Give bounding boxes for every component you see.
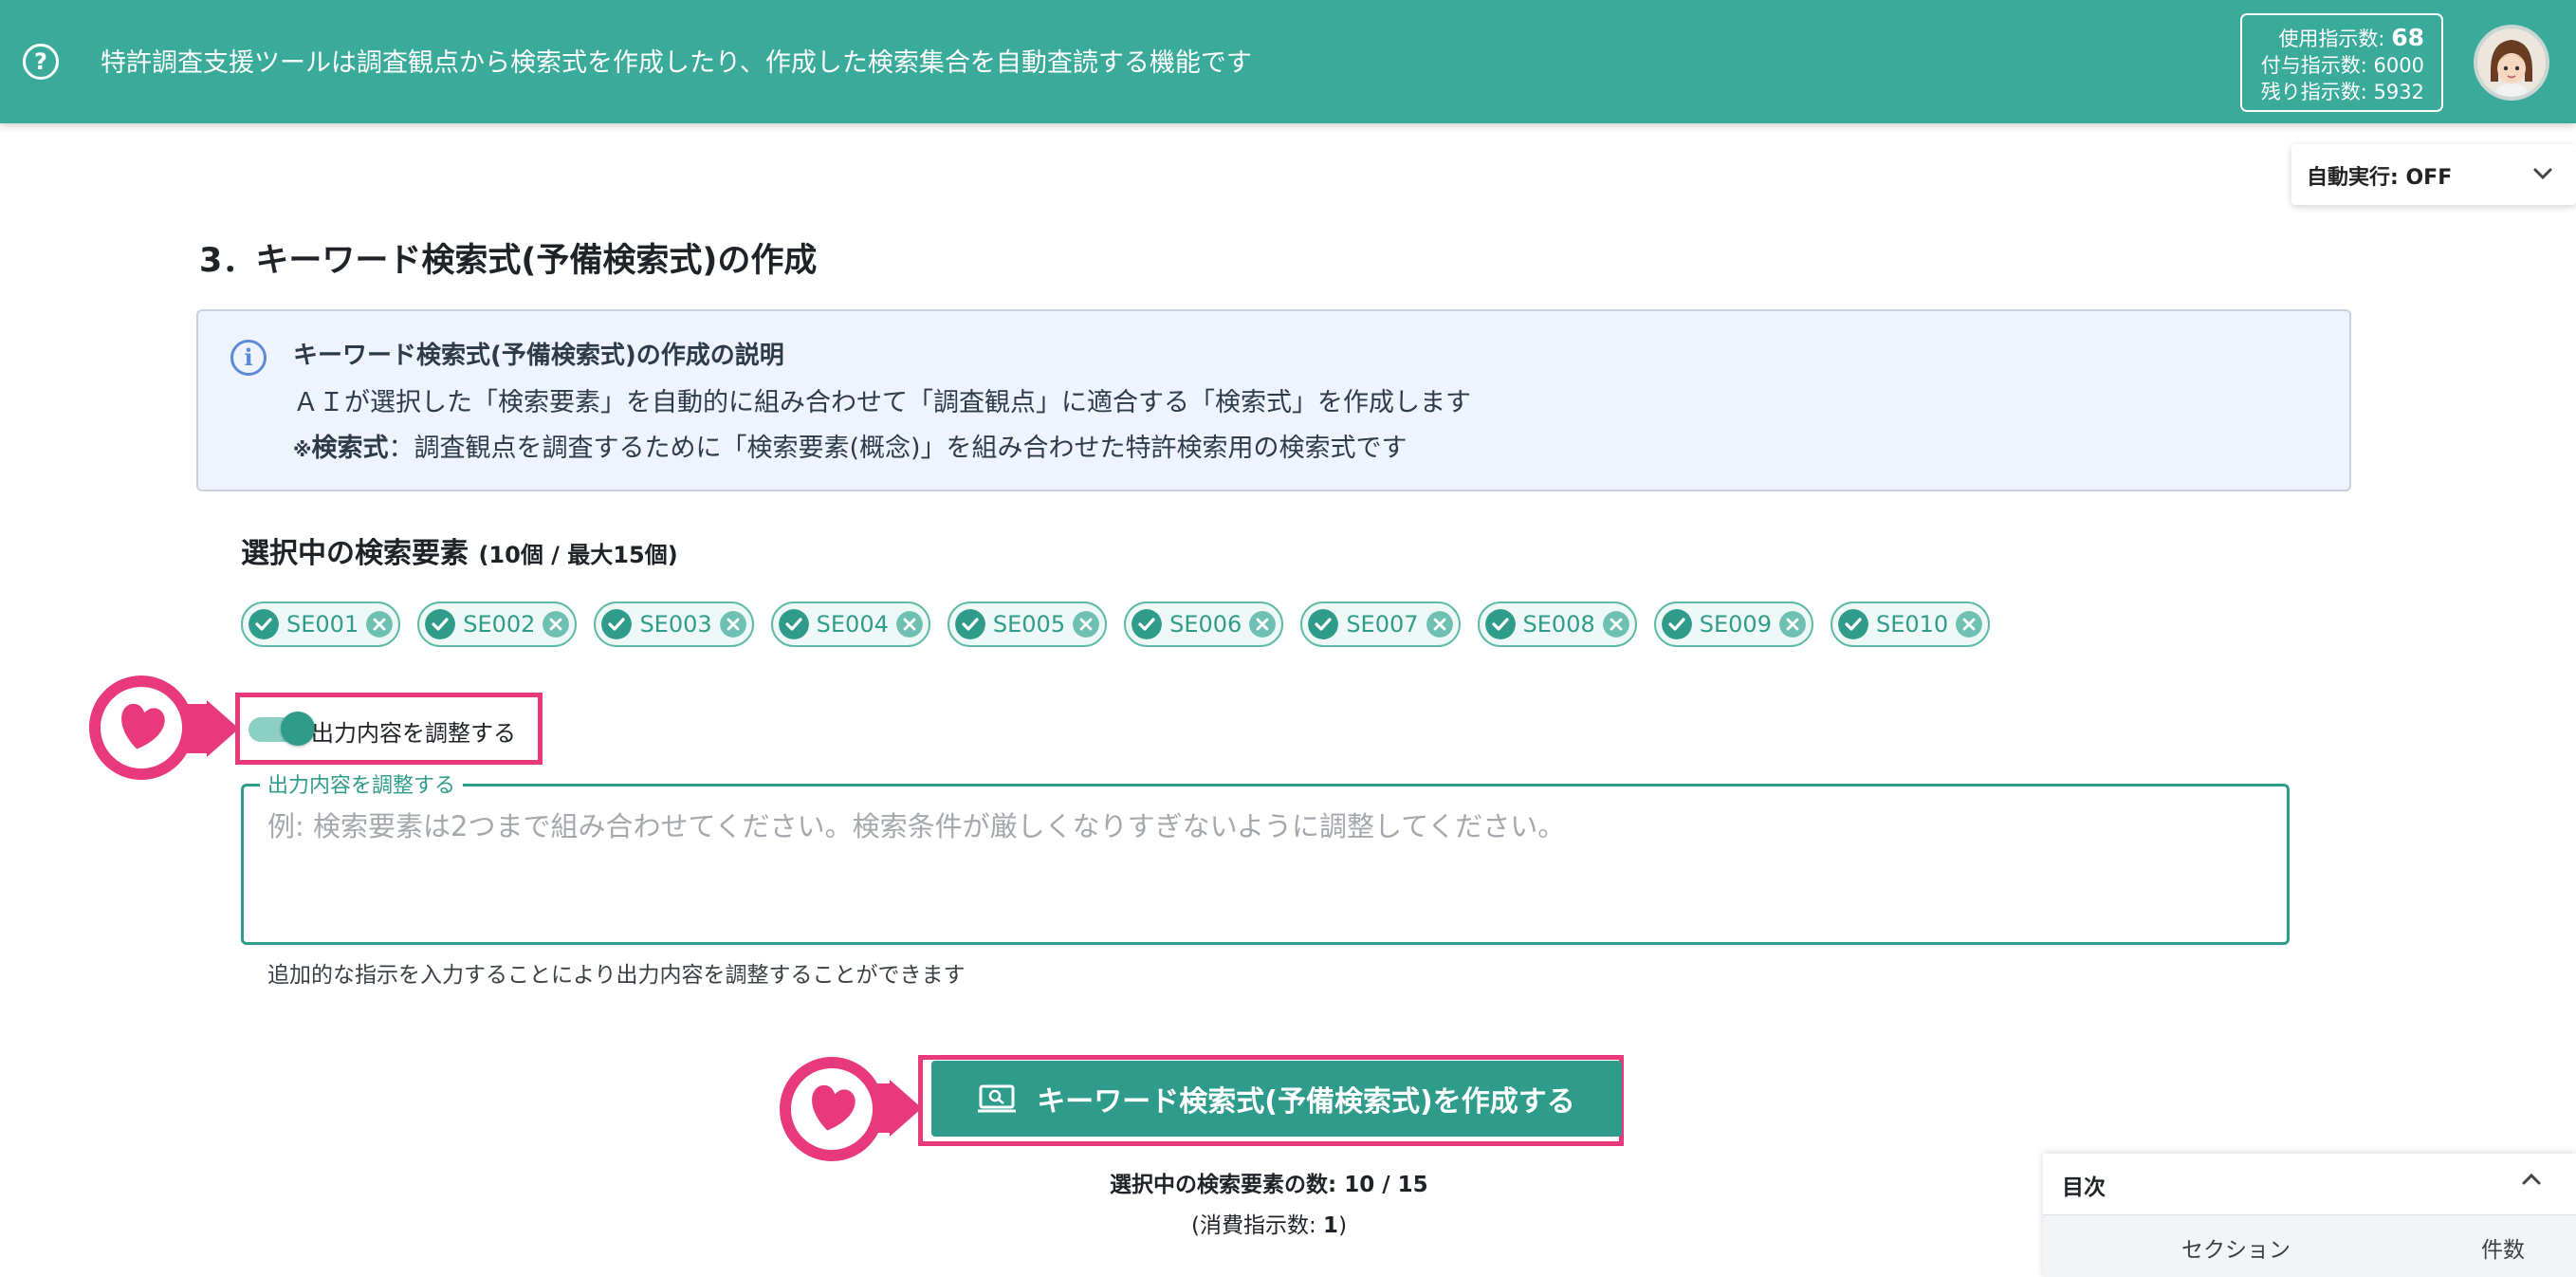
- selected-count-note: (10個 / 最大15個): [478, 542, 678, 568]
- consume-count: (消費指示数: 1): [1191, 1207, 1347, 1239]
- search-element-chip[interactable]: SE002: [417, 601, 578, 647]
- user-avatar-icon[interactable]: [2474, 25, 2549, 101]
- toggle-knob[interactable]: [281, 712, 315, 746]
- chip-label: SE008: [1522, 611, 1595, 638]
- search-element-chip[interactable]: SE007: [1300, 601, 1461, 647]
- check-circle-icon: [601, 609, 633, 639]
- selected-heading-text: 選択中の検索要素: [241, 537, 469, 570]
- remaining-value: 5932: [2373, 81, 2424, 103]
- remove-chip-icon[interactable]: [1956, 611, 1983, 638]
- toc-panel: 目次 セクション 件数: [2043, 1154, 2576, 1277]
- heart-pointer-tip: [207, 700, 239, 757]
- check-circle-icon: [954, 609, 985, 639]
- question-circle-icon[interactable]: ?: [23, 44, 59, 80]
- check-circle-icon: [778, 609, 809, 639]
- chip-label: SE009: [1699, 611, 1772, 638]
- header-description: 特許調査支援ツールは調査観点から検索式を作成したり、作成した検索集合を自動査読す…: [101, 48, 1252, 78]
- search-element-chip[interactable]: SE005: [947, 601, 1108, 647]
- check-circle-icon: [248, 609, 279, 639]
- search-element-chip[interactable]: SE009: [1653, 601, 1813, 647]
- search-element-chip[interactable]: SE008: [1477, 601, 1637, 647]
- remove-chip-icon[interactable]: [1073, 611, 1100, 638]
- check-circle-icon: [1308, 609, 1339, 639]
- chip-label: SE007: [1346, 611, 1419, 638]
- chip-label: SE006: [1169, 611, 1242, 638]
- check-circle-icon: [1837, 609, 1868, 639]
- remaining-label: 残り指示数:: [2260, 81, 2367, 103]
- adjust-output-label: 出力内容を調整する: [311, 720, 516, 747]
- granted-value: 6000: [2373, 54, 2424, 77]
- create-keyword-query-button[interactable]: キーワード検索式(予備検索式)を作成する: [931, 1061, 1622, 1137]
- consume-prefix: (消費指示数:: [1191, 1213, 1324, 1238]
- chip-label: SE010: [1875, 611, 1949, 638]
- toc-title: 目次: [2062, 1175, 2106, 1200]
- remove-chip-icon[interactable]: [719, 611, 746, 638]
- toc-col-section: セクション: [2181, 1238, 2291, 1263]
- check-circle-icon: [1132, 609, 1163, 639]
- remove-chip-icon[interactable]: [366, 611, 394, 638]
- chip-label: SE001: [286, 611, 359, 638]
- consume-suffix: ): [1338, 1213, 1348, 1238]
- check-circle-icon: [1484, 609, 1516, 639]
- remove-chip-icon[interactable]: [1602, 611, 1629, 638]
- toc-col-count: 件数: [2481, 1238, 2525, 1263]
- chip-label: SE003: [639, 611, 712, 638]
- info-term: 検索式: [311, 434, 389, 463]
- info-box: i キーワード検索式(予備検索式)の作成の説明 ＡＩが選択した「検索要素」を自動…: [196, 309, 2351, 491]
- search-element-chip[interactable]: SE010: [1830, 601, 1991, 647]
- remove-chip-icon[interactable]: [1426, 611, 1453, 638]
- selected-chips: SE001 SE002 SE003 SE004 SE005 SE006 SE007 SE008…: [241, 601, 1991, 647]
- heart-marker-icon: [780, 1057, 884, 1161]
- chevron-down-icon: [2533, 168, 2552, 180]
- remove-chip-icon[interactable]: [1249, 611, 1277, 638]
- check-circle-icon: [1661, 609, 1692, 639]
- remove-chip-icon[interactable]: [1778, 611, 1806, 638]
- chip-label: SE005: [992, 611, 1066, 638]
- remove-chip-icon[interactable]: [895, 611, 923, 638]
- selected-count-text: 選択中の検索要素の数: 10 / 15: [1110, 1173, 1428, 1197]
- chevron-up-icon[interactable]: [2517, 1165, 2546, 1194]
- check-circle-icon: [425, 609, 456, 639]
- info-note-mark: ※: [293, 438, 312, 461]
- section-title: 3．キーワード検索式(予備検索式)の作成: [199, 242, 818, 280]
- heart-marker-icon: [89, 676, 193, 780]
- search-element-chip[interactable]: SE001: [241, 601, 401, 647]
- info-line-1: ＡＩが選択した「検索要素」を自動的に組み合わせて「調査観点」に適合する「検索式」…: [293, 388, 1471, 417]
- remove-chip-icon[interactable]: [543, 611, 570, 638]
- info-circle-icon: i: [230, 340, 267, 376]
- info-line-2: ※検索式：調査観点を調査するために「検索要素(概念)」を組み合わせた特許検索用の…: [293, 427, 1408, 464]
- textarea-help-text: 追加的な指示を入力することにより出力内容を調整することができます: [267, 963, 966, 988]
- heart-pointer-tip: [890, 1080, 922, 1137]
- chip-label: SE002: [463, 611, 536, 638]
- search-element-chip[interactable]: SE006: [1124, 601, 1284, 647]
- info-title: キーワード検索式(予備検索式)の作成の説明: [293, 342, 784, 370]
- consume-value: 1: [1323, 1213, 1339, 1238]
- search-element-chip[interactable]: SE004: [770, 601, 930, 647]
- selected-elements-heading: 選択中の検索要素 (10個 / 最大15個): [241, 529, 678, 571]
- search-element-chip[interactable]: SE003: [594, 601, 754, 647]
- top-header: ? 特許調査支援ツールは調査観点から検索式を作成したり、作成した検索集合を自動査…: [0, 0, 2576, 123]
- create-button-label: キーワード検索式(予備検索式)を作成する: [1037, 1085, 1575, 1119]
- used-value: 68: [2391, 24, 2424, 51]
- info-term-description: ：調査観点を調査するために「検索要素(概念)」を組み合わせた特許検索用の検索式で…: [388, 434, 1408, 463]
- textarea-placeholder: 例: 検索要素は2つまで組み合わせてください。検索条件が厳しくなりすぎないように…: [267, 810, 1566, 842]
- textarea-legend: 出力内容を調整する: [260, 768, 464, 799]
- search-monitor-icon: [978, 1084, 1017, 1113]
- autorun-label: 自動実行: OFF: [2307, 166, 2453, 190]
- chip-label: SE004: [816, 611, 889, 638]
- usage-counter: 使用指示数: 68 付与指示数: 6000 残り指示数: 5932: [2240, 13, 2443, 112]
- autorun-dropdown[interactable]: 自動実行: OFF: [2291, 144, 2576, 205]
- granted-label: 付与指示数:: [2260, 54, 2367, 77]
- used-label: 使用指示数:: [2278, 28, 2385, 50]
